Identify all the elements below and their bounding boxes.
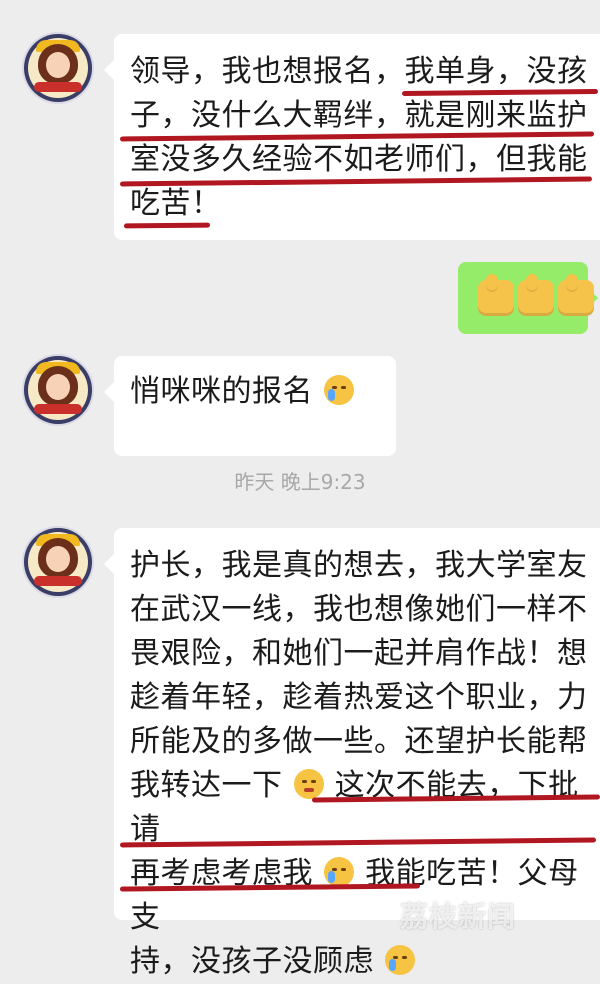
blushing-smile-icon xyxy=(293,769,324,799)
message-line: 畏艰险，和她们一起并肩作战！想 xyxy=(130,636,588,671)
avatar[interactable] xyxy=(24,34,92,102)
thumbs-up-icon xyxy=(518,274,554,316)
message-line: 趁着年轻，趁着热爱这个职业，力 xyxy=(130,680,588,715)
crying-face-icon xyxy=(324,375,355,405)
crying-face-icon xyxy=(324,857,355,887)
timestamp: 昨天 晚上9:23 xyxy=(234,470,366,494)
avatar[interactable] xyxy=(24,528,92,596)
chat-screen: 领导，我也想报名，我单身，没孩子，没什么大羁绊，就是刚来监护室没多久经验不如老师… xyxy=(0,0,600,979)
thumbs-up-icon xyxy=(478,274,514,316)
watermark: 荔枝新闻 xyxy=(400,900,517,933)
message-line: 在武汉一线，我也想像她们一样不 xyxy=(130,592,588,627)
highlight-underline xyxy=(123,222,211,229)
message-line: 护长，我是真的想去，我大学室友 xyxy=(130,548,588,583)
message-bubble[interactable]: 悄咪咪的报名 xyxy=(104,356,396,456)
avatar[interactable] xyxy=(24,356,92,424)
crying-face-icon xyxy=(385,945,416,975)
message-bubble[interactable]: 护长，我是真的想去，我大学室友 在武汉一线，我也想像她们一样不 畏艰险，和她们一… xyxy=(104,528,600,979)
message-text: 悄咪咪的报名 xyxy=(130,374,313,409)
message-line: 持，没孩子没顾虑 xyxy=(130,940,600,984)
thumbs-up-icon xyxy=(558,274,594,316)
thumbs-up-icons xyxy=(478,274,598,320)
message-text: 我转达一下 xyxy=(130,768,283,803)
message-line: 所能及的多做一些。还望护长能帮 xyxy=(130,724,588,759)
message-text: 持，没孩子没顾虑 xyxy=(130,944,374,979)
